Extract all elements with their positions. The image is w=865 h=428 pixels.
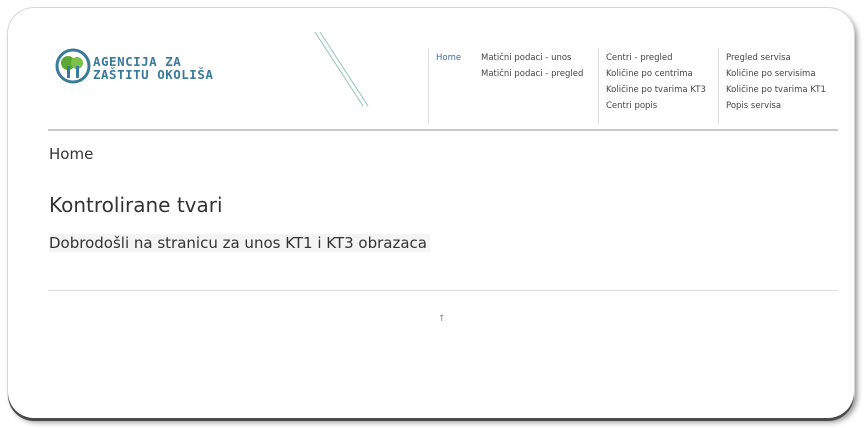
nav-col-servisi: Pregled servisa Količine po servisima Ko… (726, 50, 826, 114)
nav-col-centri: Centri - pregled Količine po centrima Ko… (606, 50, 706, 114)
nav-kolicine-servisi[interactable]: Količine po servisima (726, 66, 826, 82)
nav-centri-pregled[interactable]: Centri - pregled (606, 50, 706, 66)
header-divider (48, 129, 838, 131)
nav-kolicine-kt3[interactable]: Količine po tvarima KT3 (606, 82, 706, 98)
nav-kolicine-kt1[interactable]: Količine po tvarima KT1 (726, 82, 826, 98)
nav-divider (598, 48, 599, 124)
nav-centri-popis[interactable]: Centri popis (606, 98, 706, 114)
page-frame: AGENCIJA ZA ZAŠTITU OKOLIŠA Home Matični… (8, 8, 854, 418)
nav-col-home: Home (436, 50, 461, 66)
scroll-top-icon[interactable]: ↑ (438, 314, 446, 324)
nav-pregled-servisa[interactable]: Pregled servisa (726, 50, 826, 66)
nav-maticni-unos[interactable]: Matični podaci - unos (481, 50, 583, 66)
decorative-lines (314, 31, 369, 107)
nav-divider (718, 48, 719, 124)
nav-kolicine-centri[interactable]: Količine po centrima (606, 66, 706, 82)
footer-divider (48, 290, 838, 291)
nav-home[interactable]: Home (436, 50, 461, 66)
tree-logo-icon (55, 48, 91, 84)
nav-popis-servisa[interactable]: Popis servisa (726, 98, 826, 114)
nav-maticni-pregled[interactable]: Matični podaci - pregled (481, 66, 583, 82)
nav-col-maticni: Matični podaci - unos Matični podaci - p… (481, 50, 583, 82)
breadcrumb: Home (49, 145, 94, 163)
agency-name-line2: ZAŠTITU OKOLIŠA (93, 67, 214, 82)
agency-logo[interactable]: AGENCIJA ZA ZAŠTITU OKOLIŠA (55, 48, 213, 88)
welcome-text: Dobrodošli na stranicu za unos KT1 i KT3… (49, 234, 430, 252)
page-title: Kontrolirane tvari (49, 193, 223, 217)
nav-divider (428, 48, 429, 124)
agency-name: AGENCIJA ZA ZAŠTITU OKOLIŠA (93, 55, 213, 81)
